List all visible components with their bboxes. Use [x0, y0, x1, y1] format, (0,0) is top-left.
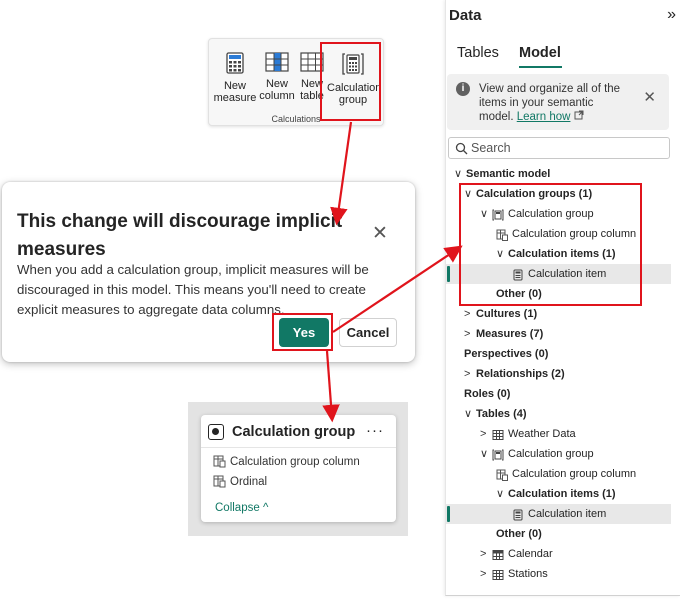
tree-item[interactable]: > Measures (7): [446, 324, 671, 344]
tree-item-label: Tables (4): [476, 408, 527, 420]
chevron-right-icon[interactable]: >: [464, 324, 470, 344]
column-icon: [213, 455, 226, 468]
card-header: Calculation group ···: [201, 415, 396, 448]
close-icon[interactable]: ✕: [643, 88, 656, 106]
tree-item[interactable]: Other (0): [446, 524, 671, 544]
search-box[interactable]: [448, 137, 670, 159]
tree-item[interactable]: Calculation item: [446, 504, 671, 524]
tree-item-label: Stations: [508, 568, 548, 580]
calculation-group-card[interactable]: Calculation group ··· Calculation group …: [201, 415, 396, 522]
tree-item-label: Relationships (2): [476, 368, 565, 380]
chevron-down-icon[interactable]: ∨: [480, 444, 488, 464]
info-banner: i View and organize all of the items in …: [447, 74, 669, 130]
selected-indicator: [447, 506, 450, 522]
chevron-down-icon[interactable]: ∨: [464, 404, 472, 424]
tree-item[interactable]: > Relationships (2): [446, 364, 671, 384]
chevron-right-icon[interactable]: >: [480, 564, 486, 584]
pane-title: Data: [449, 7, 482, 24]
calculator-icon: [226, 52, 244, 74]
tree-item[interactable]: > Weather Data: [446, 424, 671, 444]
more-options-icon[interactable]: ···: [366, 422, 384, 439]
chevron-down-icon[interactable]: ∨: [496, 484, 504, 504]
tree-item-label: Roles (0): [464, 388, 511, 400]
card-row-label: Calculation group column: [230, 455, 360, 468]
chevron-down-icon[interactable]: ∨: [454, 164, 462, 184]
open-external-icon: [574, 110, 584, 120]
tab-model[interactable]: Model: [519, 45, 561, 61]
tree-item-label: Calendar: [508, 548, 553, 560]
close-icon[interactable]: ✕: [372, 222, 388, 245]
tree-item-label: Cultures (1): [476, 308, 538, 320]
discourage-implicit-measures-dialog: This change will discourage implicit mea…: [2, 182, 415, 362]
tree-item[interactable]: Calculation group column: [446, 464, 671, 484]
new-column-label-1: New: [265, 78, 288, 90]
info-text: View and organize all of the items in yo…: [479, 82, 631, 124]
tree-item-label: Calculation item: [528, 508, 607, 520]
tree-item-label: Measures (7): [476, 328, 544, 340]
search-input[interactable]: [471, 139, 661, 157]
collapse-pane-icon[interactable]: »: [667, 6, 676, 24]
chevron-right-icon[interactable]: >: [464, 364, 470, 384]
tree-item[interactable]: > Cultures (1): [446, 304, 671, 324]
card-row-calculation-group-column[interactable]: Calculation group column: [213, 455, 360, 468]
highlight-yes-button: [272, 313, 333, 351]
new-measure-label-2: measure: [213, 92, 257, 104]
calculation-group-card-icon: [208, 424, 224, 440]
tree-item[interactable]: ∨ Calculation group: [446, 444, 671, 464]
dialog-title: This change will discourage implicit mea…: [17, 211, 343, 260]
column-icon: [213, 475, 226, 488]
highlight-calculation-groups: [459, 183, 642, 306]
new-measure-label-1: New: [223, 80, 246, 92]
chevron-right-icon[interactable]: >: [480, 544, 486, 564]
table-icon: [492, 568, 504, 588]
tree-item[interactable]: ∨ Tables (4): [446, 404, 671, 424]
tab-tables[interactable]: Tables: [457, 45, 499, 61]
card-row-ordinal[interactable]: Ordinal: [213, 475, 267, 488]
chevron-right-icon[interactable]: >: [480, 424, 486, 444]
tree-item[interactable]: Roles (0): [446, 384, 671, 404]
tree-item-label: Calculation group column: [512, 468, 637, 480]
tree-item[interactable]: ∨ Calculation items (1): [446, 484, 671, 504]
card-title: Calculation group: [232, 424, 356, 440]
learn-how-link[interactable]: Learn how: [517, 111, 571, 123]
search-icon: [455, 142, 468, 155]
tree-item[interactable]: Perspectives (0): [446, 344, 671, 364]
cancel-button[interactable]: Cancel: [339, 318, 397, 347]
collapse-link[interactable]: Collapse ^: [215, 502, 268, 514]
tree-item[interactable]: > Stations: [446, 564, 671, 584]
tree-item-label: Perspectives (0): [464, 348, 549, 360]
dialog-body: When you add a calculation group, implic…: [17, 262, 369, 317]
new-measure-button[interactable]: New measure: [213, 45, 257, 104]
info-icon: i: [456, 82, 470, 96]
new-column-button[interactable]: New column: [257, 45, 297, 102]
highlight-calculation-group-button: [320, 42, 381, 121]
tree-item-label: Calculation items (1): [508, 488, 616, 500]
card-row-label: Ordinal: [230, 475, 268, 488]
tree-item-label: Semantic model: [466, 168, 551, 180]
tree-item-label: Weather Data: [508, 428, 576, 440]
new-column-label-2: column: [259, 90, 295, 102]
tree-item-label: Calculation group: [508, 448, 594, 460]
tree-item-label: Other (0): [496, 528, 542, 540]
tree-item[interactable]: ∨ Semantic model: [446, 164, 671, 184]
tree-item[interactable]: > Calendar: [446, 544, 671, 564]
chevron-right-icon[interactable]: >: [464, 304, 470, 324]
active-tab-indicator: [519, 66, 562, 68]
table-column-icon: [265, 52, 289, 72]
selected-indicator: [447, 266, 450, 282]
